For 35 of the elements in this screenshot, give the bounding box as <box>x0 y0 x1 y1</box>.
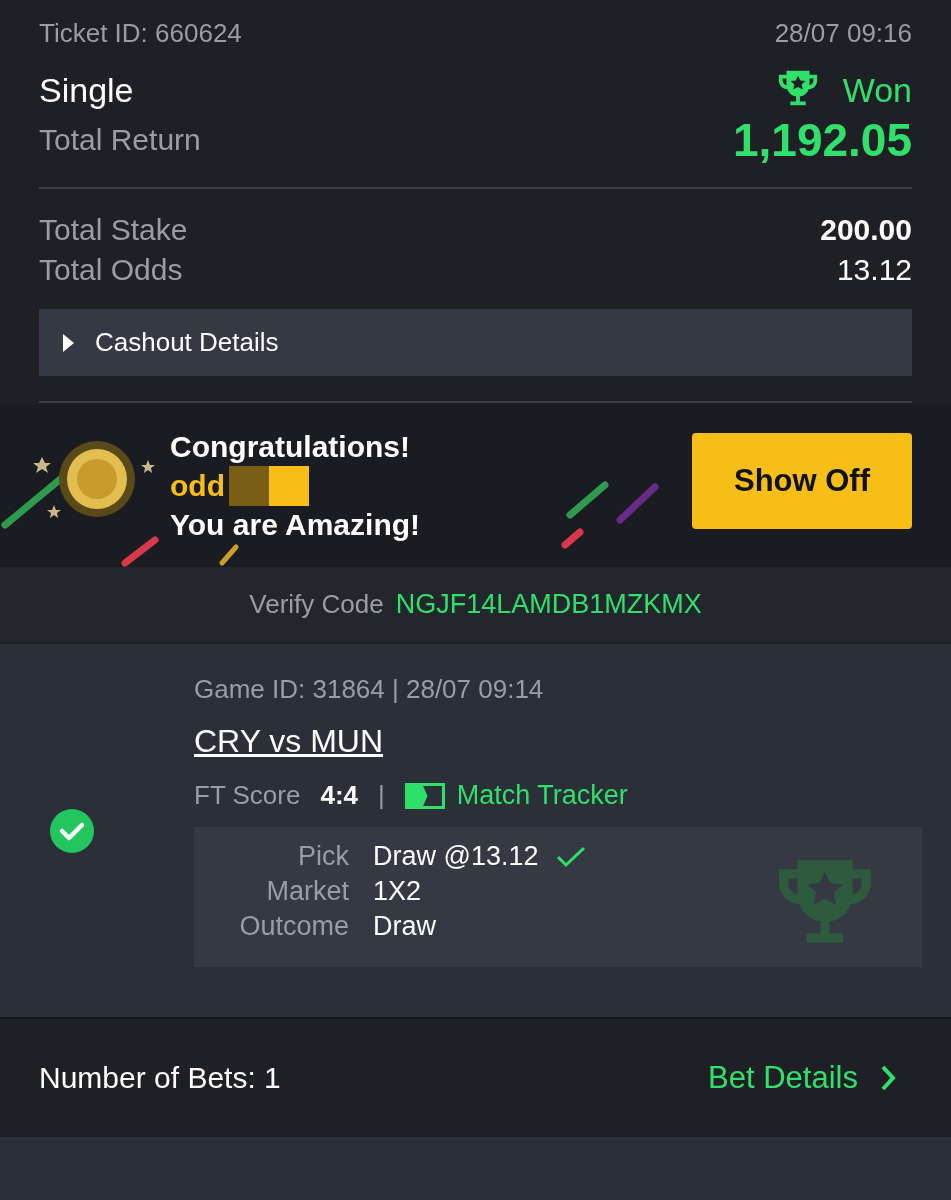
bet-status: Won <box>842 70 912 110</box>
verify-code-label: Verify Code <box>249 589 384 620</box>
summary-value: 200.00 <box>820 213 912 247</box>
detail-value: Draw @13.12 <box>373 841 539 872</box>
match-link[interactable]: CRY vs MUN <box>194 723 384 760</box>
cashout-details-toggle[interactable]: Cashout Details <box>39 309 912 376</box>
detail-label: Outcome <box>238 911 349 942</box>
separator: | <box>378 780 385 811</box>
score: 4:4 <box>320 780 358 811</box>
bet-details-link[interactable]: Bet Details <box>708 1060 896 1096</box>
check-icon <box>556 845 587 868</box>
detail-value: 1X2 <box>373 876 422 907</box>
total-return-label: Total Return <box>39 123 201 157</box>
bet-type: Single <box>39 70 134 110</box>
summary-label: Total Odds <box>39 253 183 287</box>
summary-value: 13.12 <box>836 253 912 287</box>
game-id: Game ID: 31864 | 28/07 09:14 <box>194 674 545 705</box>
detail-value: Draw <box>373 911 436 942</box>
username: odd <box>170 469 225 503</box>
tracker-icon <box>404 782 445 809</box>
show-off-button[interactable]: Show Off <box>692 433 912 529</box>
number-of-bets: Number of Bets: 1 <box>39 1061 281 1095</box>
match-tracker-link[interactable]: Match Tracker <box>404 780 628 811</box>
ticket-time: 28/07 09:16 <box>774 18 912 49</box>
detail-label: Pick <box>297 841 349 872</box>
detail-label: Market <box>265 876 349 907</box>
summary-label: Total Stake <box>39 213 188 247</box>
ticket-id: Ticket ID: 660624 <box>39 18 242 49</box>
chevron-right-icon <box>880 1064 896 1092</box>
congratulations-text: Congratulations! <box>170 430 411 464</box>
verify-code: NGJF14LAMDB1MZKMX <box>395 589 702 620</box>
score-label: FT Score <box>194 780 301 811</box>
amazing-text: You are Amazing! <box>170 508 421 542</box>
caret-icon <box>61 331 75 354</box>
total-return-value: 1,192.05 <box>732 113 912 167</box>
